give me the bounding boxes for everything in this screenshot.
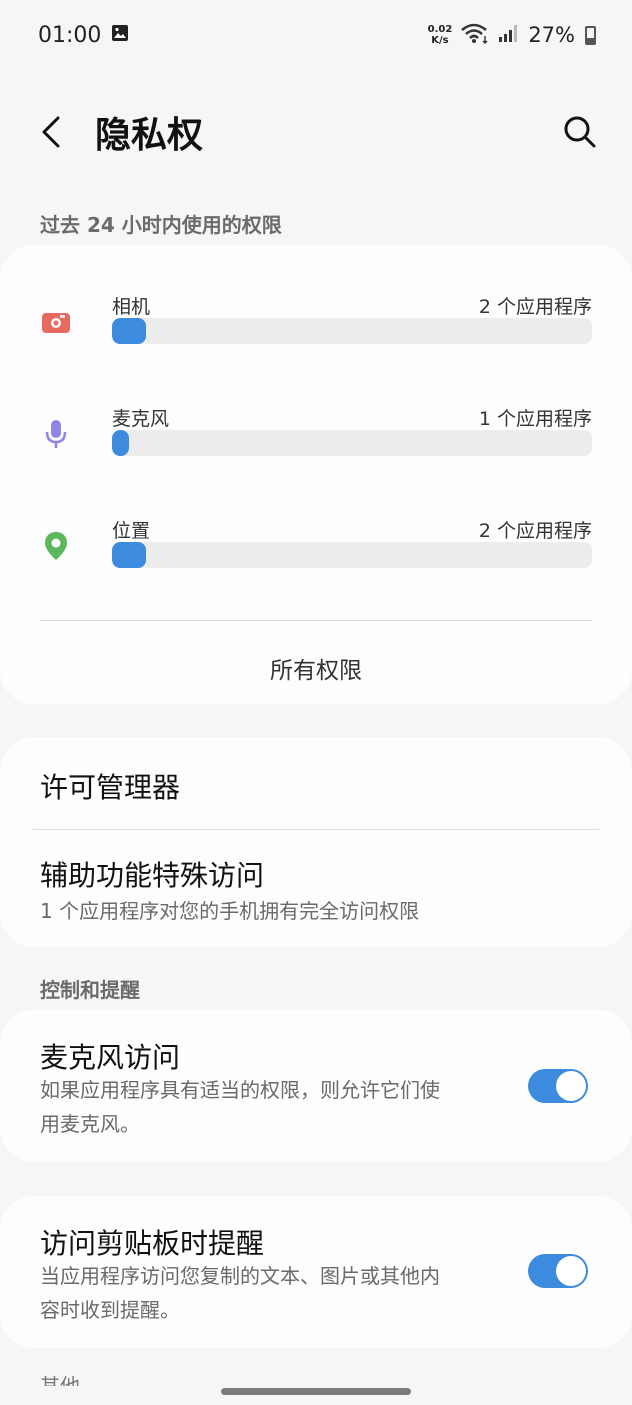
clipboard-alert-card[interactable]: 访问剪贴板时提醒 当应用程序访问您复制的文本、图片或其他内 容时收到提醒。 [0,1196,632,1348]
mic-access-toggle[interactable] [528,1069,588,1103]
accessibility-access-item[interactable]: 辅助功能特殊访问 1 个应用程序对您的手机拥有完全访问权限 [0,830,632,947]
controls-section-label: 控制和提醒 [40,978,140,1002]
toggle-knob [556,1256,586,1286]
permission-app-count: 2 个应用程序 [478,296,592,318]
permission-usage-card: 相机 2 个应用程序 麦克风 1 个应用程序 位置 2 个应用程序 所有权限 [0,245,632,704]
search-icon [564,116,596,148]
microphone-icon [40,418,72,450]
permission-app-count: 2 个应用程序 [478,520,592,542]
app-bar: 隐私权 [0,92,632,172]
net-speed-unit: K/s [431,35,449,46]
permission-manager-item[interactable]: 许可管理器 [0,737,632,829]
usage-bar-fill [112,318,146,344]
permission-name: 相机 [112,296,151,318]
page-title: 隐私权 [95,115,204,156]
search-button[interactable] [558,110,602,154]
image-notification-icon [111,23,129,48]
net-speed: 0.02 K/s [428,24,453,46]
accessibility-title: 辅助功能特殊访问 [40,859,265,892]
gesture-bar[interactable] [221,1388,411,1395]
signal-icon [498,23,520,48]
wifi-icon [460,22,490,49]
net-speed-value: 0.02 [427,24,453,35]
battery-percent: 27% [528,23,575,47]
camera-icon [40,306,72,338]
mic-access-title: 麦克风访问 [40,1041,181,1074]
status-bar-left: 01:00 [38,23,129,48]
all-permissions-link[interactable]: 所有权限 [0,651,632,685]
usage-bar [112,430,592,456]
permission-app-count: 1 个应用程序 [478,408,592,430]
usage-section-label: 过去 24 小时内使用的权限 [40,213,282,237]
permission-name: 位置 [112,520,151,542]
clipboard-alert-desc-line2: 容时收到提醒。 [40,1298,180,1322]
permission-row-microphone[interactable]: 麦克风 1 个应用程序 [0,404,632,484]
accessibility-subtitle: 1 个应用程序对您的手机拥有完全访问权限 [40,899,420,923]
back-button[interactable] [34,108,74,156]
status-bar: 01:00 0.02 K/s 27% [0,0,632,70]
toggle-knob [556,1071,586,1101]
location-pin-icon [40,530,72,562]
mic-access-card[interactable]: 麦克风访问 如果应用程序具有适当的权限，则允许它们使 用麦克风。 [0,1010,632,1162]
status-time: 01:00 [38,22,102,48]
usage-bar [112,318,592,344]
permission-name: 麦克风 [112,408,170,430]
manager-card: 许可管理器 辅助功能特殊访问 1 个应用程序对您的手机拥有完全访问权限 [0,737,632,947]
clipboard-alert-toggle[interactable] [528,1254,588,1288]
next-section-label-partial: 其他 [40,1376,80,1386]
usage-bar [112,542,592,568]
battery-icon [585,25,596,45]
permission-manager-title: 许可管理器 [40,771,181,804]
permission-row-camera[interactable]: 相机 2 个应用程序 [0,292,632,372]
usage-bar-fill [112,430,129,456]
usage-bar-fill [112,542,146,568]
permission-row-location[interactable]: 位置 2 个应用程序 [0,516,632,596]
back-arrow-icon [42,116,60,148]
clipboard-alert-title: 访问剪贴板时提醒 [40,1227,265,1260]
status-bar-right: 0.02 K/s 27% [428,22,596,49]
mic-access-desc-line2: 用麦克风。 [40,1112,140,1136]
mic-access-desc-line1: 如果应用程序具有适当的权限，则允许它们使 [40,1078,440,1102]
clipboard-alert-desc-line1: 当应用程序访问您复制的文本、图片或其他内 [40,1264,440,1288]
divider [40,620,592,621]
